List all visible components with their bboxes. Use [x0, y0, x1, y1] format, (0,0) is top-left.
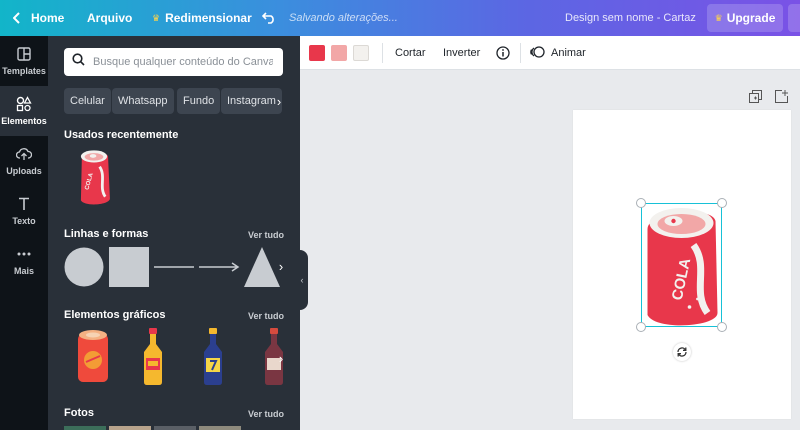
upgrade-button[interactable]: ♛ Upgrade	[707, 4, 783, 32]
resize-handle-bl[interactable]	[636, 322, 646, 332]
flip-button[interactable]: Inverter	[443, 36, 480, 70]
top-bar: Home Arquivo ♛ Redimensionar Salvando al…	[0, 0, 800, 36]
context-toolbar: Cortar Inverter Animar	[300, 36, 800, 70]
photos-see-all-link[interactable]: Ver tudo	[248, 409, 284, 419]
back-chevron-icon[interactable]	[10, 0, 24, 36]
nav-elements-label: Elementos	[1, 116, 47, 126]
nav-templates[interactable]: Templates	[0, 36, 48, 86]
share-button[interactable]	[788, 4, 800, 32]
resize-label: Redimensionar	[165, 11, 252, 25]
upgrade-label: Upgrade	[726, 11, 776, 25]
shape-arrow-line[interactable]	[199, 258, 241, 281]
lines-see-all-link[interactable]: Ver tudo	[248, 230, 284, 240]
layout-icon	[16, 46, 32, 62]
document-title[interactable]: Design sem nome - Cartaz	[565, 0, 696, 36]
collapse-panel-button[interactable]: ‹	[296, 250, 308, 310]
elements-panel: Celular Whatsapp Fundo Instagram › Usado…	[48, 36, 300, 430]
nav-templates-label: Templates	[2, 66, 46, 76]
chip-fundo[interactable]: Fundo	[177, 88, 221, 114]
search-icon	[72, 53, 85, 71]
lines-section-title: Linhas e formas	[64, 228, 149, 240]
resize-handle-br[interactable]	[717, 322, 727, 332]
chevron-right-icon[interactable]: ›	[274, 346, 288, 370]
animate-icon	[530, 45, 545, 62]
toolbar-divider	[520, 43, 521, 63]
text-icon	[16, 196, 32, 212]
crown-icon: ♛	[152, 12, 161, 23]
photos-section-title: Fotos	[64, 407, 94, 419]
photo-thumb[interactable]	[64, 426, 106, 430]
chevron-right-icon[interactable]: ›	[272, 88, 286, 114]
shape-line[interactable]	[154, 258, 194, 281]
rotate-icon[interactable]	[673, 343, 691, 361]
color-swatch-pink[interactable]	[331, 45, 347, 61]
nav-more[interactable]: Mais	[0, 236, 48, 286]
add-page-icon[interactable]	[775, 90, 789, 104]
graphics-section-title: Elementos gráficos	[64, 309, 166, 321]
graphic-blue-bottle[interactable]	[201, 328, 225, 391]
nav-uploads[interactable]: Uploads	[0, 136, 48, 186]
search-box[interactable]	[64, 48, 283, 76]
resize-button[interactable]: ♛ Redimensionar	[152, 0, 252, 36]
category-chips: Celular Whatsapp Fundo Instagram	[64, 88, 288, 114]
animate-label: Animar	[551, 47, 586, 59]
graphic-yellow-bottle[interactable]	[141, 328, 165, 391]
photo-thumb[interactable]	[154, 426, 196, 430]
chip-whatsapp[interactable]: Whatsapp	[112, 88, 174, 114]
toolbar-divider	[382, 43, 383, 63]
file-menu-button[interactable]: Arquivo	[87, 0, 132, 36]
graphic-orange-can[interactable]	[74, 328, 112, 391]
chevron-right-icon[interactable]: ›	[274, 254, 288, 278]
graphics-see-all-link[interactable]: Ver tudo	[248, 311, 284, 321]
nav-text-label: Texto	[12, 216, 36, 226]
info-icon[interactable]	[496, 36, 510, 70]
crop-button[interactable]: Cortar	[395, 36, 426, 70]
color-swatch-cream[interactable]	[353, 45, 369, 61]
more-icon	[16, 246, 32, 262]
shapes-icon	[16, 96, 32, 112]
recent-section-title: Usados recentemente	[64, 129, 179, 141]
shape-circle[interactable]	[64, 247, 104, 292]
color-swatch-red[interactable]	[309, 45, 325, 61]
shape-square[interactable]	[109, 247, 149, 292]
side-nav: Templates Elementos Uploads Texto Mais	[0, 36, 48, 430]
resize-handle-tr[interactable]	[717, 198, 727, 208]
chip-celular[interactable]: Celular	[64, 88, 111, 114]
saving-status: Salvando alterações...	[289, 12, 398, 24]
search-input[interactable]	[93, 56, 273, 68]
duplicate-page-icon[interactable]	[749, 90, 763, 104]
selection-box	[641, 203, 722, 327]
home-button[interactable]: Home	[31, 0, 64, 36]
photo-thumb[interactable]	[109, 426, 151, 430]
photo-thumb[interactable]	[199, 426, 241, 430]
cloud-upload-icon	[16, 146, 32, 162]
resize-handle-tl[interactable]	[636, 198, 646, 208]
undo-icon[interactable]	[262, 0, 276, 36]
nav-elements[interactable]: Elementos	[0, 86, 48, 136]
nav-uploads-label: Uploads	[6, 166, 42, 176]
crown-icon: ♛	[714, 12, 723, 23]
nav-text[interactable]: Texto	[0, 186, 48, 236]
animate-button[interactable]: Animar	[530, 36, 586, 70]
recent-cola-can[interactable]: COLA	[74, 148, 114, 211]
nav-more-label: Mais	[13, 266, 34, 276]
